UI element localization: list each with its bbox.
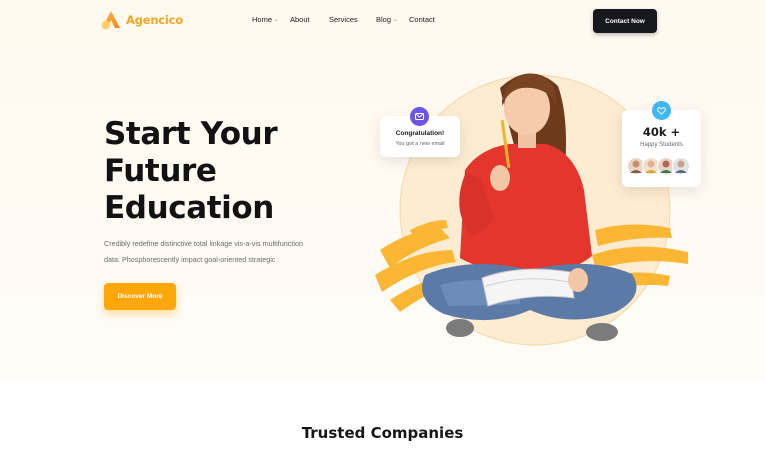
discover-more-button[interactable]: Discover More — [104, 283, 176, 310]
hero-title-line: Start Your — [104, 116, 278, 152]
avatar-group — [627, 157, 690, 175]
contact-now-button[interactable]: Contact Now — [593, 9, 657, 33]
nav-item-contact[interactable]: Contact — [409, 15, 435, 24]
students-subtitle: Happy Students — [640, 142, 683, 148]
chevron-down-icon: ⌄ — [274, 16, 279, 23]
nav-item-label: Blog — [376, 15, 392, 24]
trusted-companies-title: Trusted Companies — [301, 424, 464, 442]
brand-name: Agencico — [126, 13, 183, 27]
chevron-down-icon: ⌄ — [393, 16, 398, 23]
heart-badge — [652, 101, 671, 120]
hero-description-line: Credibly redefine distinctive total link… — [104, 239, 303, 248]
hero-title: Start Your Future Education — [104, 116, 344, 227]
nav-item-label: Services — [329, 15, 358, 24]
hero-section: Agencico Home ⌄ About Services Blog ⌄ Co… — [0, 0, 765, 381]
heart-icon — [657, 106, 666, 115]
logo-icon — [101, 11, 120, 30]
congrats-title: Congratulation! — [395, 130, 445, 137]
hero-illustration — [375, 73, 688, 346]
avatar — [672, 157, 690, 175]
nav-item-services[interactable]: Services — [329, 15, 358, 24]
hero-title-line: Future — [104, 153, 217, 189]
brand-logo[interactable]: Agencico — [100, 9, 183, 31]
mail-icon — [415, 113, 424, 120]
hero-title-line: Education — [104, 190, 274, 226]
hero-description: Credibly redefine distinctive total link… — [104, 236, 334, 268]
nav-item-home[interactable]: Home ⌄ — [252, 15, 279, 24]
mail-badge — [410, 107, 429, 126]
students-count: 40k + — [642, 125, 681, 139]
happy-students-card: 40k + Happy Students — [622, 110, 701, 187]
nav-item-label: Home — [252, 15, 273, 24]
nav-item-about[interactable]: About — [290, 15, 310, 24]
hero-description-line: data. Phosphorescently impact goal-orien… — [104, 255, 276, 264]
congrats-subtitle: You got a new email — [395, 141, 445, 147]
nav-item-label: Contact — [409, 15, 435, 24]
nav-item-blog[interactable]: Blog ⌄ — [376, 15, 398, 24]
nav-item-label: About — [290, 15, 310, 24]
